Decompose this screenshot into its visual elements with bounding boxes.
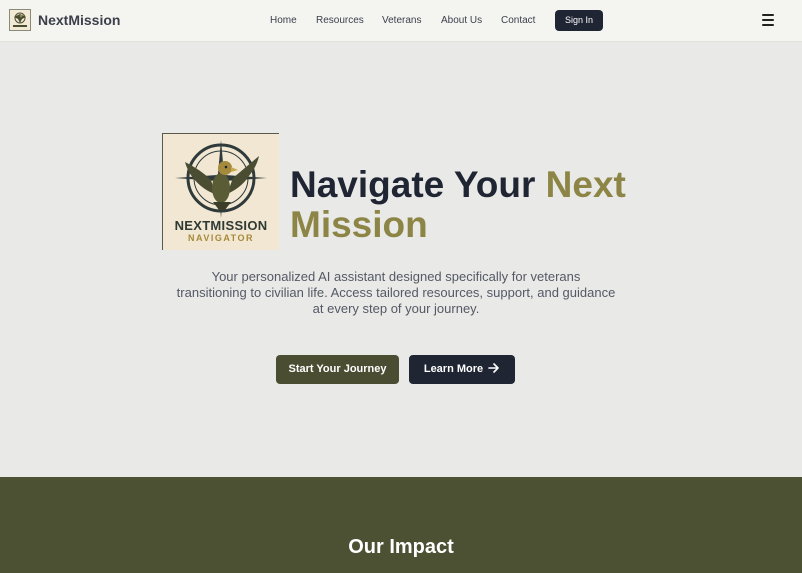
nav-link-veterans[interactable]: Veterans (382, 15, 421, 26)
sign-in-button[interactable]: Sign In (555, 10, 603, 31)
impact-title: Our Impact (348, 536, 454, 558)
brand-name[interactable]: NextMission (38, 12, 120, 28)
nav-link-resources[interactable]: Resources (316, 15, 364, 26)
learn-more-label: Learn More (423, 363, 484, 375)
hero-title-accent-next: Next (545, 164, 626, 205)
brand-logo-icon[interactable] (9, 9, 31, 31)
arrow-right-icon (488, 363, 499, 373)
start-journey-button[interactable]: Start Your Journey (276, 355, 399, 384)
hero-description: Your personalized AI assistant designed … (176, 269, 616, 316)
nav-link-about[interactable]: About Us (441, 15, 482, 26)
impact-section: Our Impact (0, 477, 802, 573)
learn-more-button[interactable]: Learn More (409, 355, 515, 384)
hamburger-menu-icon[interactable] (762, 14, 776, 26)
nav-link-contact[interactable]: Contact (501, 15, 535, 26)
hero-logo-sub: NAVIGATOR (187, 233, 254, 243)
hero-title: Navigate Your Next Mission (290, 165, 670, 245)
hero-logo-name: NEXTMISSION (174, 218, 268, 233)
hero-title-part1: Navigate Your (290, 164, 546, 205)
top-navbar: NextMission Home Resources Veterans Abou… (0, 0, 802, 42)
hero-logo-image: NEXTMISSION NAVIGATOR (162, 133, 279, 250)
nav-link-home[interactable]: Home (270, 15, 297, 26)
hero-title-accent-mission: Mission (290, 204, 428, 245)
